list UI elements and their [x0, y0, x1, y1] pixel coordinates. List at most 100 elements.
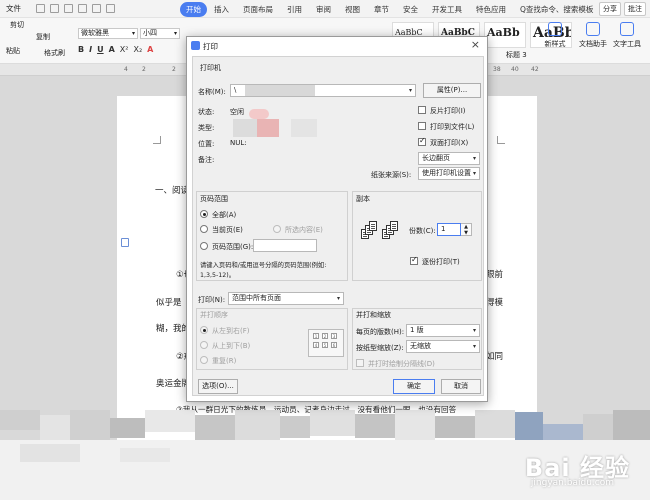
underline-button[interactable]: U — [97, 45, 104, 54]
file-menu[interactable]: 文件 — [6, 3, 21, 14]
order-top-bottom-radio[interactable] — [200, 341, 208, 349]
chevron-down-icon: ▾ — [131, 30, 135, 37]
comment-button[interactable]: 批注 — [624, 2, 646, 16]
draw-border-label: 并打时绘制分隔线(D) — [368, 360, 435, 368]
print-what-select[interactable]: 范围中所有页面 ▾ — [228, 292, 344, 305]
italic-button[interactable]: I — [89, 45, 92, 54]
copies-label: 份数(C): — [409, 227, 436, 235]
printer-section-title: 打印机 — [200, 64, 221, 72]
cancel-button[interactable]: 取消 — [441, 379, 481, 394]
font-size-select[interactable]: 小四 ▾ — [140, 28, 180, 39]
tab-page-layout[interactable]: 页面布局 — [236, 2, 280, 17]
font-name-select[interactable]: 微软雅黑 ▾ — [78, 28, 138, 39]
collate-checkbox[interactable] — [410, 255, 418, 265]
redo-icon[interactable] — [106, 4, 115, 13]
duplex-checkbox[interactable] — [418, 136, 426, 146]
superscript-button[interactable]: X² — [120, 45, 129, 54]
print-what-label: 打印(N): — [198, 296, 226, 304]
save-icon[interactable] — [36, 4, 45, 13]
page-range-input[interactable] — [253, 239, 317, 252]
copies-spinner[interactable]: ▲ ▼ — [461, 223, 472, 236]
selection-label: 所选内容(E) — [285, 226, 323, 234]
style-heading2[interactable]: AaBb — [484, 22, 526, 48]
tab-review[interactable]: 审阅 — [309, 2, 338, 17]
doc-line: 奥运金牌 — [156, 379, 191, 389]
margin-mark — [153, 136, 161, 144]
print-to-file-label: 打印到文件(L) — [430, 123, 475, 131]
duplex-label: 双面打印(X) — [430, 139, 469, 147]
export-icon[interactable] — [78, 4, 87, 13]
status-label: 状态: — [198, 108, 215, 116]
font-color-button[interactable]: A — [109, 45, 115, 54]
print-to-file-checkbox[interactable] — [418, 122, 426, 130]
subscript-button[interactable]: X₂ — [133, 45, 142, 54]
new-style-button[interactable]: 新样式 — [540, 22, 570, 49]
doc-assistant-icon — [586, 22, 600, 36]
page-range-radio[interactable] — [200, 242, 208, 250]
command-search[interactable]: Q查找命令、搜索模板 — [513, 2, 600, 17]
preview-icon[interactable] — [64, 4, 73, 13]
order-repeat-label: 重复(R) — [212, 357, 237, 365]
reverse-print-label: 反片打印(I) — [430, 107, 466, 115]
watermark-url: jingyan.baidu.com — [530, 478, 614, 488]
location-value: NUL: — [230, 139, 247, 147]
all-pages-label: 全部(A) — [212, 211, 237, 219]
bold-button[interactable]: B — [78, 45, 84, 54]
all-pages-radio[interactable] — [200, 210, 208, 218]
ok-button[interactable]: 确定 — [393, 379, 435, 394]
reverse-print-checkbox[interactable] — [418, 106, 426, 114]
tab-home[interactable]: 开始 — [180, 2, 207, 17]
copies-group — [352, 191, 482, 281]
draw-border-checkbox[interactable] — [356, 359, 364, 367]
doc-line: 如同 — [486, 352, 504, 362]
tab-security[interactable]: 安全 — [396, 2, 425, 17]
dialog-titlebar[interactable]: 打印 × — [187, 37, 487, 55]
format-painter-button[interactable]: 格式刷 — [44, 48, 65, 58]
paste-button[interactable]: 粘贴 — [6, 46, 20, 56]
print-icon[interactable] — [50, 4, 59, 13]
zoom-section-title: 并打和缩放 — [356, 311, 391, 319]
comment-label: 备注: — [198, 156, 215, 164]
chevron-down-icon: ▾ — [173, 30, 177, 37]
doc-assistant-button[interactable]: 文档助手 — [578, 22, 608, 49]
share-button[interactable]: 分享 — [599, 2, 621, 16]
options-button[interactable]: 选项(O)... — [198, 379, 238, 394]
copy-button[interactable]: 复制 — [36, 32, 50, 42]
margin-mark — [497, 136, 505, 144]
format-buttons: B I U A X² X₂ A — [78, 45, 153, 54]
style-heading3-label: 标题 3 — [506, 51, 527, 59]
undo-icon[interactable] — [92, 4, 101, 13]
order-repeat-radio[interactable] — [200, 356, 208, 364]
text-tools-button[interactable]: 文字工具 — [612, 22, 642, 49]
selection-radio[interactable] — [273, 225, 281, 233]
properties-button[interactable]: 属性(P)... — [423, 83, 481, 98]
pages-per-sheet-select[interactable]: 1 版 ▾ — [406, 324, 480, 337]
paragraph-handle-icon[interactable] — [121, 238, 129, 247]
copies-input[interactable]: 1 — [437, 223, 461, 236]
close-icon[interactable]: × — [471, 38, 480, 51]
page-range-hint-example: 1,3,5-12)。 — [200, 272, 236, 279]
collate-pages-icon — [390, 221, 398, 231]
tab-insert[interactable]: 插入 — [207, 2, 236, 17]
scale-select[interactable]: 无缩放 ▾ — [406, 340, 480, 353]
tab-chapter[interactable]: 章节 — [367, 2, 396, 17]
chevron-down-icon: ▾ — [472, 155, 476, 162]
tab-developer[interactable]: 开发工具 — [425, 2, 469, 17]
doc-line: 糊，我的 — [156, 324, 191, 334]
watermark: Bai 经验 jingyan.baidu.com — [525, 448, 630, 488]
cut-button[interactable]: 剪切 — [10, 20, 24, 30]
printer-icon — [191, 41, 200, 50]
redacted-block — [291, 119, 317, 137]
current-page-radio[interactable] — [200, 225, 208, 233]
tab-references[interactable]: 引用 — [280, 2, 309, 17]
chevron-down-icon: ▾ — [472, 327, 476, 334]
tab-view[interactable]: 视图 — [338, 2, 367, 17]
print-order-section-title: 并打顺序 — [200, 311, 228, 319]
order-left-right-radio[interactable] — [200, 326, 208, 334]
highlight-button[interactable]: A — [147, 45, 153, 54]
status-value: 空闲 — [230, 108, 244, 116]
tab-special[interactable]: 特色应用 — [469, 2, 513, 17]
paper-source-select[interactable]: 使用打印机设置 ▾ — [418, 167, 480, 180]
duplex-mode-select[interactable]: 长边翻页 ▾ — [418, 152, 480, 165]
redacted-block — [249, 109, 269, 119]
